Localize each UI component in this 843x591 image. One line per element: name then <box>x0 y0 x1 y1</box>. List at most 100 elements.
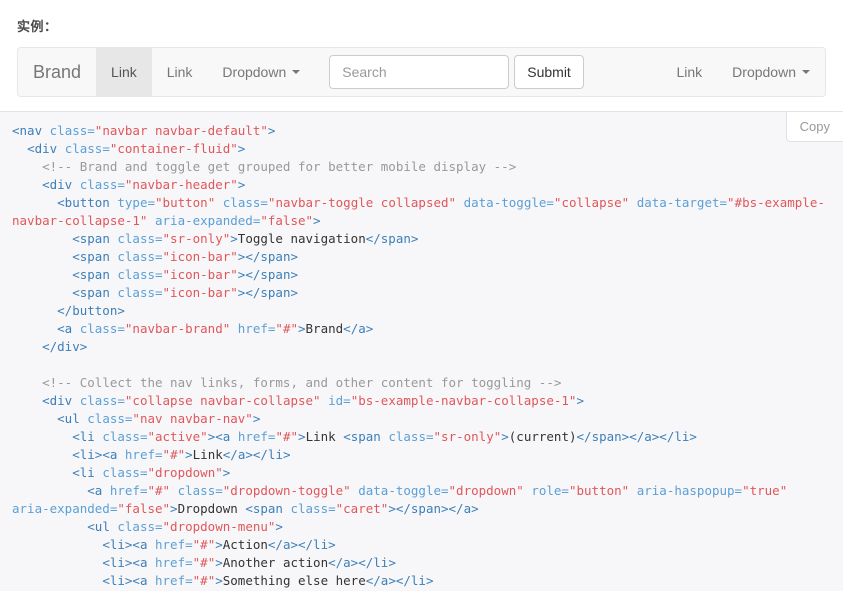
code-token-attr: class= <box>79 393 125 408</box>
code-token-attr: href= <box>155 555 193 570</box>
chevron-down-icon <box>292 70 301 74</box>
code-token-tag: > <box>185 447 193 462</box>
code-token-val: "#" <box>147 483 171 498</box>
code-token-val: "dropdown-menu" <box>162 519 276 534</box>
code-token-val: "#" <box>192 555 216 570</box>
code-token-tag: </div> <box>42 339 88 354</box>
code-token-val: "false" <box>117 501 171 516</box>
code-token-tag: ></span> <box>237 285 299 300</box>
code-token-tag: <li><a <box>102 573 155 588</box>
code-token-attr: class= <box>102 465 148 480</box>
code-token-val: "caret" <box>335 501 389 516</box>
code-token-attr: class= <box>117 519 163 534</box>
code-token-tag: > <box>230 231 238 246</box>
code-token-txt: Something else here <box>222 573 366 588</box>
code-token-val: "active" <box>147 429 208 444</box>
code-token-attr: class= <box>388 429 434 444</box>
chevron-down-icon <box>802 70 810 74</box>
code-token-txt: (current) <box>508 429 577 444</box>
code-token-tag: <button <box>57 195 118 210</box>
code-token-attr: class= <box>49 123 95 138</box>
code-token-attr: aria-haspopup= <box>636 483 743 498</box>
code-token-tag: <div <box>42 393 80 408</box>
search-input[interactable] <box>329 55 510 89</box>
code-token-tag: > <box>170 501 178 516</box>
code-token-val: "icon-bar" <box>162 249 238 264</box>
nav-link-label: Dropdown <box>222 64 287 80</box>
code-token-val: "#" <box>192 537 216 552</box>
code-token-val: "navbar-brand" <box>124 321 231 336</box>
code-token-tag: <nav <box>12 123 50 138</box>
code-token-attr: class= <box>222 195 268 210</box>
code-token-attr: data-toggle= <box>358 483 449 498</box>
code-token-val: "navbar-header" <box>124 177 238 192</box>
code-token-tag: <span <box>72 249 118 264</box>
code-token-tag: </button> <box>57 303 125 318</box>
navbar-right-item-1[interactable]: Dropdown <box>717 48 825 96</box>
navbar-left-links: Link Link Dropdown <box>96 48 315 96</box>
code-token-tag: > <box>222 465 231 480</box>
code-token-tag: <div <box>27 141 65 156</box>
code-token-val: "icon-bar" <box>162 267 238 282</box>
page-root: 实例： Brand Link Link Dropdown Submit Link Dr… <box>0 0 843 591</box>
code-token-tag: > <box>267 123 276 138</box>
code-token-val: "button" <box>568 483 630 498</box>
code-token-tag: </span></a></li> <box>576 429 697 444</box>
code-token-val: "collapse" <box>553 195 630 210</box>
code-token-attr: class= <box>117 231 163 246</box>
code-token-tag: <ul <box>57 411 88 426</box>
navbar-left-item-1[interactable]: Link <box>152 48 208 96</box>
code-token-tag: <li><a <box>102 537 155 552</box>
submit-button[interactable]: Submit <box>514 55 584 89</box>
navbar-left-item-2[interactable]: Dropdown <box>207 48 315 96</box>
code-token-tag: > <box>237 141 246 156</box>
code-token-tag: > <box>313 213 321 228</box>
copy-button[interactable]: Copy <box>785 112 843 142</box>
code-token-txt: Action <box>222 537 268 552</box>
code-token-attr: class= <box>117 285 163 300</box>
navbar-search-form: Submit <box>329 48 584 96</box>
code-token-tag: </a> <box>343 321 374 336</box>
navbar-left-item-0[interactable]: Link <box>96 48 152 96</box>
navbar-brand-link[interactable]: Brand <box>18 48 96 96</box>
code-token-tag: ></span></a> <box>388 501 479 516</box>
code-token-val: "button" <box>155 195 216 210</box>
code-token-val: "dropdown" <box>448 483 524 498</box>
code-token-tag: > <box>576 393 584 408</box>
code-token-attr: type= <box>117 195 156 210</box>
code-token-attr: role= <box>531 483 569 498</box>
code-token-tag: <li <box>72 465 103 480</box>
code-token-attr: href= <box>109 483 148 498</box>
code-token-tag: <span <box>343 429 389 444</box>
code-block[interactable]: <nav class="navbar navbar-default"> <div… <box>0 112 843 590</box>
code-token-attr: aria-expanded= <box>12 501 118 516</box>
code-token-txt: Link <box>305 429 344 444</box>
code-token-tag: <span <box>245 501 291 516</box>
code-token-val: "collapse navbar-collapse" <box>124 393 321 408</box>
code-token-attr: class= <box>79 321 125 336</box>
code-token-tag: > <box>215 555 223 570</box>
code-token-tag: > <box>298 321 306 336</box>
navbar-preview: Brand Link Link Dropdown Submit Link Dropdo… <box>17 47 826 97</box>
navbar-right-item-0[interactable]: Link <box>661 48 717 96</box>
code-token-txt: Link <box>192 447 223 462</box>
code-token-val: "true" <box>742 483 788 498</box>
code-token-val: "nav navbar-nav" <box>132 411 253 426</box>
